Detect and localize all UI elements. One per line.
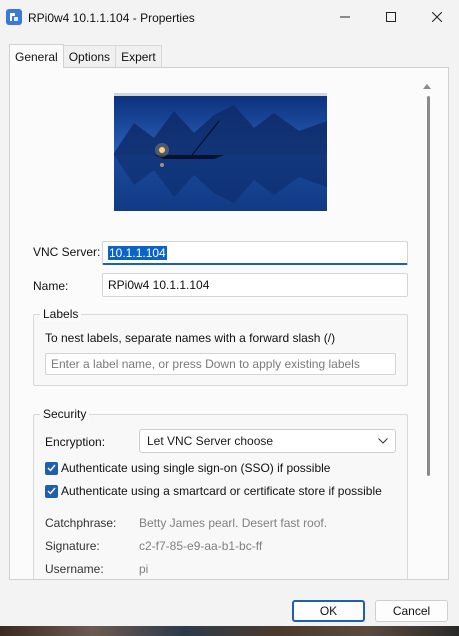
checkmark-icon xyxy=(47,464,56,472)
tab-options[interactable]: Options xyxy=(63,45,117,68)
minimize-icon xyxy=(340,16,350,18)
window-title: RPi0w4 10.1.1.104 - Properties xyxy=(28,11,195,25)
close-icon xyxy=(432,12,442,22)
sso-checkbox[interactable] xyxy=(45,461,58,475)
close-button[interactable] xyxy=(414,0,459,34)
vnc-server-label: VNC Server: xyxy=(33,245,101,259)
encryption-select[interactable]: Let VNC Server choose xyxy=(139,429,396,453)
checkmark-icon xyxy=(47,487,56,495)
vnc-server-input[interactable]: 10.1.1.104 xyxy=(102,241,408,265)
desktop-preview-thumbnail xyxy=(114,93,327,211)
name-input[interactable]: RPi0w4 10.1.1.104 xyxy=(102,273,408,297)
tab-general[interactable]: General xyxy=(9,44,64,68)
minimize-button[interactable] xyxy=(322,0,368,34)
smartcard-label: Authenticate using a smartcard or certif… xyxy=(61,484,382,498)
maximize-icon xyxy=(386,12,396,22)
background-desktop-strip xyxy=(0,626,459,636)
cancel-button[interactable]: Cancel xyxy=(375,600,448,622)
labels-group xyxy=(33,314,408,386)
signature-value: c2-f7-85-e9-aa-b1-bc-ff xyxy=(139,539,263,553)
username-label: Username: xyxy=(45,562,104,576)
scroll-up-arrow-icon[interactable] xyxy=(423,78,433,89)
smartcard-checkbox-row[interactable]: Authenticate using a smartcard or certif… xyxy=(45,484,382,498)
vnc-viewer-icon xyxy=(6,9,22,25)
maximize-button[interactable] xyxy=(368,0,414,34)
sso-label: Authenticate using single sign-on (SSO) … xyxy=(61,461,331,475)
security-group-title: Security xyxy=(40,407,90,421)
signature-label: Signature: xyxy=(45,539,100,553)
encryption-value: Let VNC Server choose xyxy=(147,434,274,448)
encryption-label: Encryption: xyxy=(45,435,106,449)
catchphrase-label: Catchphrase: xyxy=(45,516,117,530)
labels-placeholder: Enter a label name, or press Down to app… xyxy=(51,357,360,371)
ok-button[interactable]: OK xyxy=(292,600,365,622)
sso-checkbox-row[interactable]: Authenticate using single sign-on (SSO) … xyxy=(45,461,330,475)
title-bar: RPi0w4 10.1.1.104 - Properties xyxy=(0,0,459,34)
username-value: pi xyxy=(139,562,149,576)
name-label: Name: xyxy=(33,279,69,293)
catchphrase-value: Betty James pearl. Desert fast roof. xyxy=(139,516,328,530)
scrollbar-thumb[interactable] xyxy=(427,96,430,476)
tab-strip: General Options Expert xyxy=(9,44,162,68)
labels-help-text: To nest labels, separate names with a fo… xyxy=(45,331,336,345)
labels-input[interactable]: Enter a label name, or press Down to app… xyxy=(45,353,396,375)
name-value: RPi0w4 10.1.1.104 xyxy=(108,278,210,292)
smartcard-checkbox[interactable] xyxy=(45,484,58,498)
tab-expert[interactable]: Expert xyxy=(116,45,162,68)
labels-group-title: Labels xyxy=(40,307,82,321)
general-panel: VNC Server: 10.1.1.104 Name: RPi0w4 10.1… xyxy=(9,67,449,580)
vnc-server-value: 10.1.1.104 xyxy=(108,245,167,260)
chevron-down-icon xyxy=(378,438,388,444)
